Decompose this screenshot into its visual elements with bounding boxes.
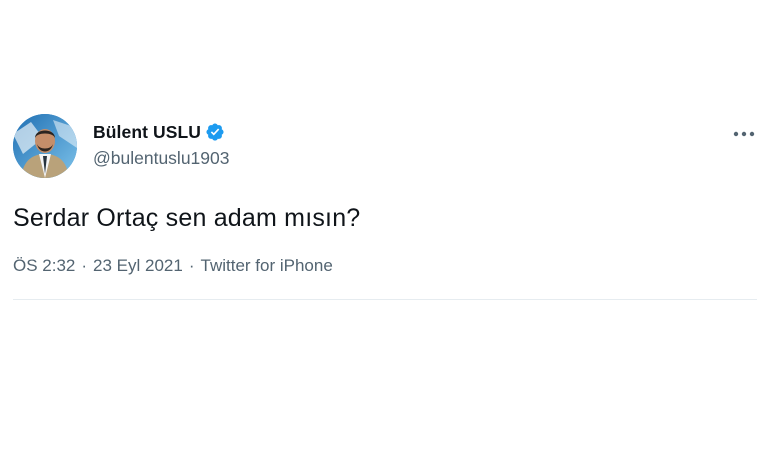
verified-badge-icon bbox=[205, 122, 225, 142]
tweet-card: Bülent USLU @bulentuslu1903 Serdar Ortaç… bbox=[13, 112, 759, 300]
tweet-metadata: ÖS 2:32 · 23 Eyl 2021 · Twitter for iPho… bbox=[13, 256, 759, 276]
tweet-time-link[interactable]: ÖS 2:32 bbox=[13, 256, 75, 276]
tweet-source-link[interactable]: Twitter for iPhone bbox=[201, 256, 333, 276]
meta-separator: · bbox=[188, 256, 195, 275]
tweet-text: Serdar Ortaç sen adam mısın? bbox=[13, 204, 361, 232]
author-handle[interactable]: @bulentuslu1903 bbox=[93, 148, 229, 169]
tweet-date-link[interactable]: 23 Eyl 2021 bbox=[93, 256, 183, 276]
author-names: Bülent USLU @bulentuslu1903 bbox=[93, 120, 229, 169]
more-options-button[interactable] bbox=[729, 122, 759, 146]
avatar[interactable] bbox=[13, 114, 77, 178]
avatar-image bbox=[13, 114, 77, 178]
divider bbox=[13, 299, 757, 300]
more-horizontal-icon bbox=[733, 131, 755, 137]
display-name[interactable]: Bülent USLU bbox=[93, 122, 201, 143]
display-name-row: Bülent USLU bbox=[93, 120, 229, 144]
meta-separator: · bbox=[81, 256, 88, 275]
tweet-header: Bülent USLU @bulentuslu1903 bbox=[13, 112, 759, 180]
